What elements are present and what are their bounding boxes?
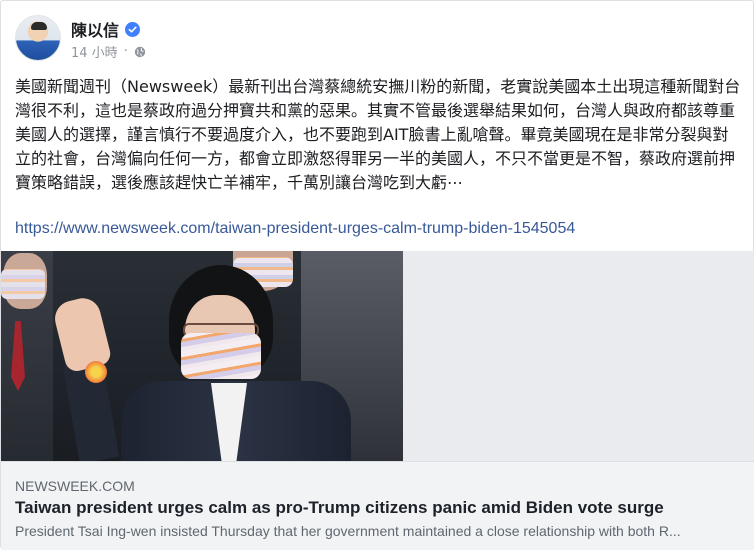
avatar-hair	[31, 22, 47, 30]
author-name[interactable]: 陳以信	[71, 17, 119, 41]
author-avatar[interactable]	[15, 15, 61, 61]
post-header: 陳以信 14 小時 ·	[15, 15, 615, 61]
verified-badge-icon	[125, 21, 141, 37]
article-photo[interactable]	[1, 251, 403, 461]
article-link[interactable]: https://www.newsweek.com/taiwan-presiden…	[15, 220, 575, 238]
preview-headline[interactable]: Taiwan president urges calm as pro-Trump…	[15, 498, 664, 518]
photo-waving-hand	[51, 294, 113, 374]
facebook-post: 陳以信 14 小時 · 美國新聞週刊（Newsweek）最新刊出台灣蔡總統安撫川…	[0, 0, 754, 550]
photo-corsage	[85, 361, 107, 383]
preview-domain: NEWSWEEK.COM	[15, 478, 135, 494]
link-preview-caption[interactable]: NEWSWEEK.COM Taiwan president urges calm…	[1, 461, 754, 550]
post-meta: 14 小時 ·	[71, 42, 146, 61]
author-name-row: 陳以信	[71, 17, 141, 41]
meta-separator: ·	[123, 44, 128, 59]
link-preview-image-area[interactable]	[1, 251, 754, 461]
photo-face-mask	[181, 333, 261, 379]
globe-icon[interactable]	[134, 46, 146, 58]
post-timestamp[interactable]: 14 小時	[71, 42, 118, 61]
preview-description: President Tsai Ing-wen insisted Thursday…	[15, 523, 681, 539]
post-body-text: 美國新聞週刊（Newsweek）最新刊出台灣蔡總統安撫川粉的新聞，老實說美國本土…	[15, 77, 741, 192]
photo-bg-mask-left	[1, 269, 45, 299]
